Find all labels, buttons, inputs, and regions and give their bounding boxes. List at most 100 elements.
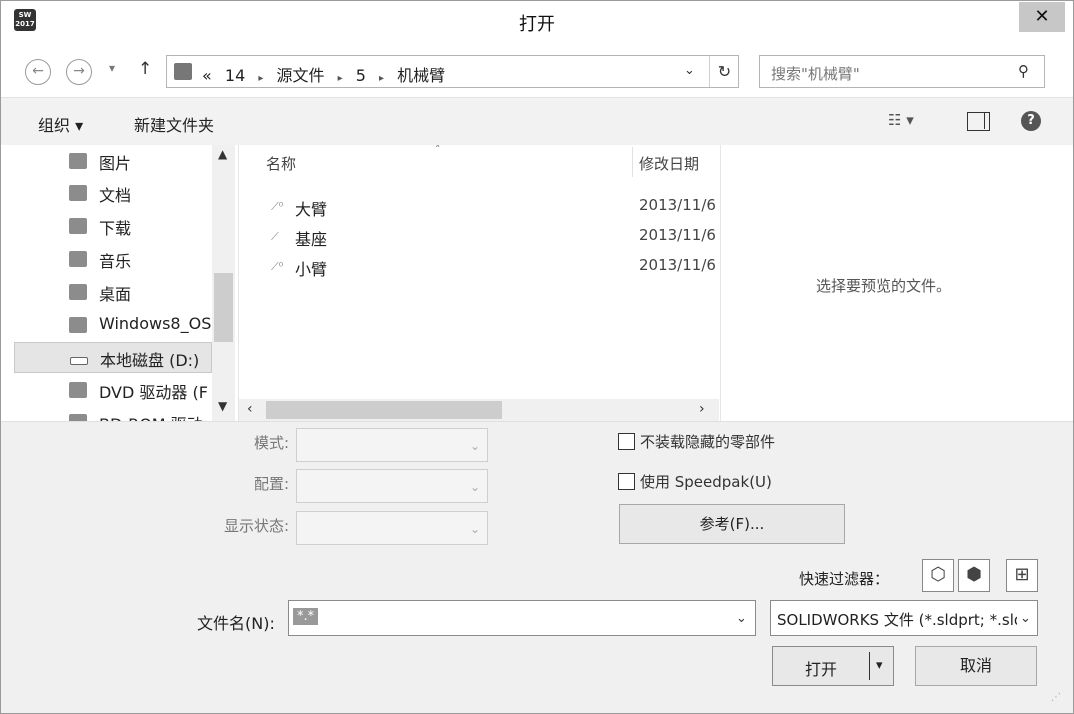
scroll-thumb[interactable] (266, 401, 502, 419)
breadcrumb-item[interactable]: 源文件 (276, 66, 324, 85)
nav-item-label: 文档 (99, 186, 132, 205)
nav-item-label: 下载 (99, 219, 132, 238)
references-button[interactable]: 参考(F)... (619, 504, 845, 544)
dvd-drive-icon (69, 382, 87, 398)
column-header-name[interactable]: 名称 (266, 153, 296, 174)
nav-item-local-disk-d[interactable]: 本地磁盘 (D:) (14, 342, 212, 373)
no-hidden-components-checkbox[interactable] (618, 433, 635, 450)
organize-menu[interactable]: 组织 ▾ (38, 112, 83, 136)
filename-input[interactable]: *.* ⌄ (288, 600, 756, 636)
scroll-thumb[interactable] (214, 273, 233, 342)
quick-filter-label: 快速过滤器： (799, 570, 890, 588)
nav-item-documents[interactable]: 文档 (14, 178, 212, 209)
nav-item-desktop[interactable]: 桌面 (14, 277, 212, 308)
file-date: 2013/11/6 (639, 256, 716, 274)
preview-pane-icon[interactable] (967, 112, 990, 131)
file-row[interactable]: ⟋⁰ 大臂 2013/11/6 (271, 193, 716, 221)
nav-item-bd-rom-drive[interactable]: BD-ROM 驱动 (14, 407, 212, 421)
address-dropdown-icon[interactable]: ⌄ (684, 63, 695, 78)
address-bar[interactable]: « 14 ▸ 源文件 ▸ 5 ▸ 机械臂 ⌄ ↻ (166, 55, 739, 88)
new-folder-button[interactable]: 新建文件夹 (134, 112, 214, 136)
filter-assemblies-icon[interactable]: ⬢ (958, 559, 990, 592)
speedpak-label: 使用 Speedpak(U) (640, 473, 772, 491)
column-divider[interactable] (632, 147, 633, 177)
open-button[interactable]: 打开 ▾ (772, 646, 894, 686)
chevron-down-icon: ⌄ (470, 522, 481, 536)
close-button[interactable]: ✕ (1019, 2, 1065, 32)
up-button[interactable]: ↑ (138, 59, 152, 79)
forward-button[interactable]: → (66, 59, 92, 85)
nav-item-windows-drive[interactable]: Windows8_OS (14, 310, 212, 341)
file-date: 2013/11/6 (639, 226, 716, 244)
pictures-icon (69, 153, 87, 169)
recent-locations-chevron-icon[interactable]: ▾ (109, 61, 115, 75)
filename-value: *.* (293, 608, 319, 625)
config-label: 配置: (253, 475, 289, 493)
breadcrumb-separator-icon[interactable]: ▸ (379, 73, 384, 84)
part-file-icon: ⟋⁰ (271, 200, 284, 213)
split-divider (869, 652, 870, 680)
file-date: 2013/11/6 (639, 196, 716, 214)
cancel-button[interactable]: 取消 (915, 646, 1037, 686)
file-name: 大臂 (295, 200, 328, 219)
view-options-icon[interactable]: ☷ ▾ (888, 111, 914, 129)
file-list-scrollbar[interactable]: ‹ › (239, 399, 719, 421)
refresh-button[interactable]: ↻ (709, 56, 739, 87)
column-header-date[interactable]: 修改日期 (639, 153, 699, 174)
file-list: ˄ 名称 修改日期 ⟋⁰ 大臂 2013/11/6 ⟋ 基座 2013/11/6… (238, 145, 719, 421)
filename-label: 文件名(N): (197, 614, 275, 633)
downloads-icon (69, 218, 87, 234)
toolbar: 组织 ▾ 新建文件夹 ☷ ▾ ? (1, 97, 1073, 145)
help-icon[interactable]: ? (1021, 111, 1041, 131)
file-row[interactable]: ⟋⁰ 小臂 2013/11/6 (271, 253, 716, 281)
filetype-select[interactable]: SOLIDWORKS 文件 (*.sldprt; *.sldasm; *.sld… (770, 600, 1038, 636)
speedpak-checkbox[interactable] (618, 473, 635, 490)
breadcrumb-separator-icon[interactable]: ▸ (338, 73, 343, 84)
nav-item-label: 音乐 (99, 252, 132, 271)
search-input[interactable]: 搜索"机械臂" ⚲ (759, 55, 1045, 88)
search-placeholder: 搜索"机械臂" (771, 65, 860, 83)
filter-drawings-icon[interactable]: ⊞ (1006, 559, 1038, 592)
nav-item-music[interactable]: 音乐 (14, 244, 212, 275)
scroll-up-icon[interactable]: ▲ (218, 147, 227, 161)
nav-item-dvd-drive[interactable]: DVD 驱动器 (F (14, 375, 212, 406)
nav-item-downloads[interactable]: 下载 (14, 211, 212, 242)
back-button[interactable]: ← (25, 59, 51, 85)
nav-scrollbar[interactable]: ▲ ▼ (212, 145, 235, 421)
filter-parts-icon[interactable]: ⬡ (922, 559, 954, 592)
address-row: ← → ▾ ↑ « 14 ▸ 源文件 ▸ 5 ▸ 机械臂 ⌄ ↻ 搜索"机械臂"… (1, 41, 1073, 97)
breadcrumb-item[interactable]: 5 (356, 66, 366, 85)
breadcrumb-separator-icon[interactable]: ▸ (258, 73, 263, 84)
resize-grip-icon[interactable]: ⋰ (1051, 692, 1061, 703)
preview-message: 选择要预览的文件。 (816, 277, 952, 295)
nav-item-pictures[interactable]: 图片 (14, 146, 212, 177)
breadcrumb-overflow[interactable]: « (202, 66, 212, 85)
breadcrumb: « 14 ▸ 源文件 ▸ 5 ▸ 机械臂 (202, 62, 453, 86)
nav-item-label: BD-ROM 驱动 (99, 411, 203, 421)
music-icon (69, 251, 87, 267)
breadcrumb-item[interactable]: 机械臂 (397, 66, 445, 85)
hard-drive-icon (70, 357, 88, 365)
scroll-down-icon[interactable]: ▼ (218, 399, 227, 413)
part-file-icon: ⟋⁰ (271, 260, 284, 273)
breadcrumb-item[interactable]: 14 (225, 66, 245, 85)
no-hidden-components-label: 不装载隐藏的零部件 (640, 433, 776, 451)
file-row[interactable]: ⟋ 基座 2013/11/6 (271, 223, 716, 251)
search-icon[interactable]: ⚲ (1018, 62, 1029, 80)
chevron-down-icon[interactable]: ⌄ (736, 611, 747, 626)
scroll-right-icon[interactable]: › (699, 401, 705, 417)
chevron-down-icon[interactable]: ⌄ (1020, 611, 1031, 626)
nav-item-label: 本地磁盘 (D:) (100, 351, 200, 370)
folder-icon (174, 63, 192, 80)
open-button-label: 打开 (804, 660, 837, 679)
file-name: 基座 (295, 230, 328, 249)
preview-pane: 选择要预览的文件。 (720, 145, 1073, 421)
scroll-left-icon[interactable]: ‹ (247, 401, 253, 417)
options-panel: 模式: ⌄ 配置: ⌄ 显示状态: ⌄ 不装载隐藏的零部件 使用 Speedpa… (1, 421, 1073, 713)
filetype-value: SOLIDWORKS 文件 (*.sldprt; *.sldasm; *.sld… (777, 611, 1017, 629)
open-file-dialog: SW 2017 打开 ✕ ← → ▾ ↑ « 14 ▸ 源文件 ▸ 5 ▸ 机械… (0, 0, 1074, 714)
part-file-icon: ⟋ (271, 230, 279, 243)
nav-item-label: DVD 驱动器 (F (99, 383, 208, 402)
open-options-dropdown-icon[interactable]: ▾ (876, 658, 883, 673)
display-state-label: 显示状态: (223, 517, 289, 535)
